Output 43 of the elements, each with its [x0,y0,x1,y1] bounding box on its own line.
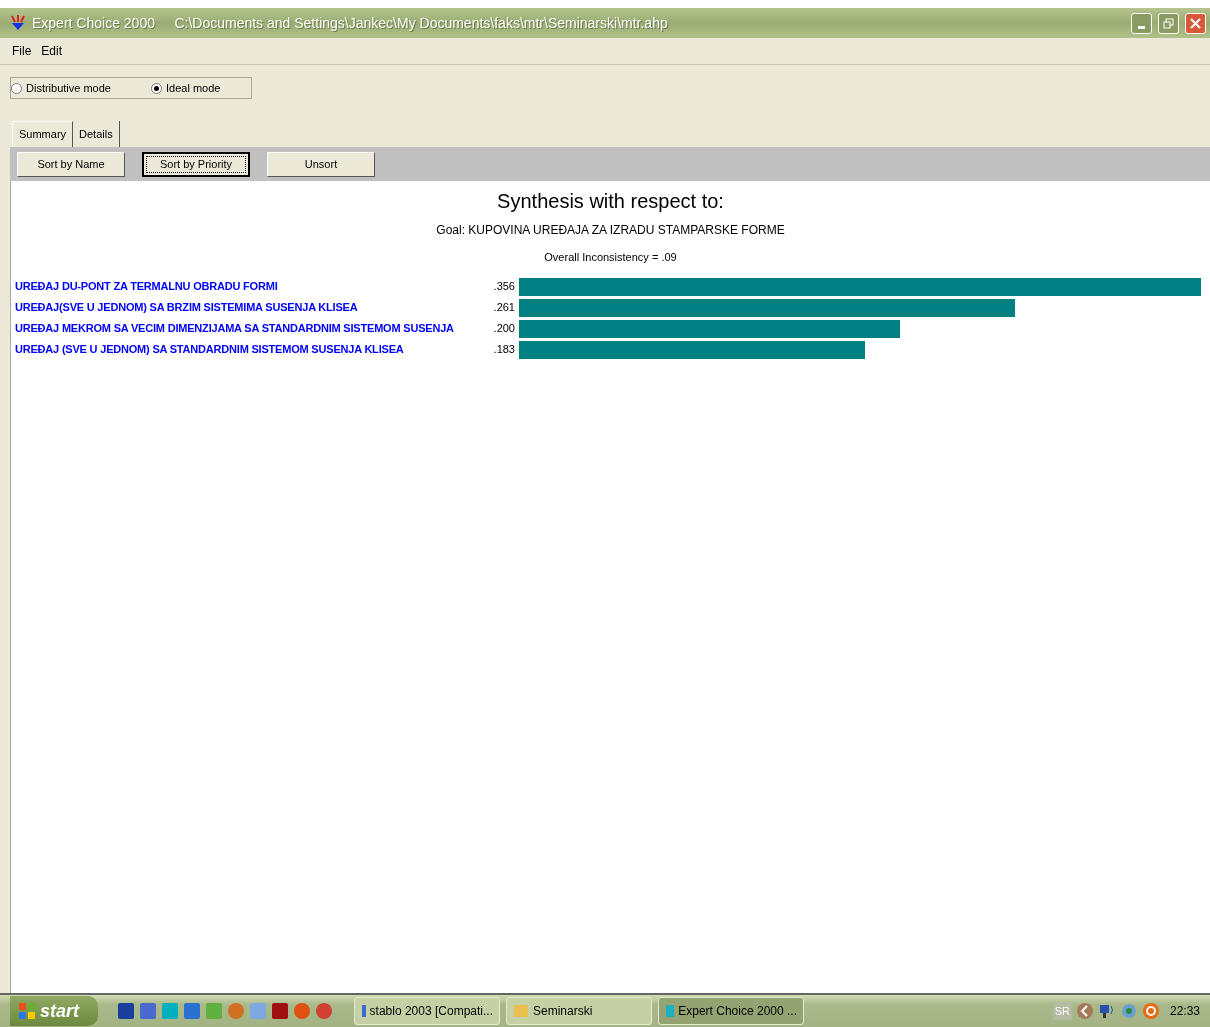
radio-option[interactable]: Ideal mode [151,79,221,97]
inconsistency-text: Overall Inconsistency = .09 [543,250,678,265]
taskbar-button[interactable]: Expert Choice 2000 ... [658,997,804,1025]
alternative-name: UREĐAJ(SVE U JEDNOM) SA BRZIM SISTEMIMA SUSENJA KLISEA [15,300,359,316]
close-button[interactable] [1185,12,1206,34]
alternative-name: UREĐAJ (SVE U JEDNOM) SA STANDARDNIM SISTEMOM SUSENJA KLISEA [15,342,405,358]
program-icon [665,1003,675,1019]
menu-item[interactable]: File [12,42,32,60]
minimize-icon [1138,25,1145,29]
minimize-button[interactable] [1131,12,1152,34]
taskbar-button[interactable]: Seminarski [506,997,652,1025]
quick-launch-icon[interactable] [118,1003,134,1019]
app-logo-icon [10,15,26,31]
priority-value: .356 [492,279,516,295]
priority-value: .261 [492,300,516,316]
program-icon [361,1003,366,1019]
close-icon [1190,17,1201,29]
restore-button[interactable] [1158,12,1179,34]
priority-value: .183 [492,342,516,358]
program-icon [513,1003,529,1019]
alternative-name: UREĐAJ MEKROM SA VECIM DIMENZIJAMA SA STANDARDNIM SISTEMOM SUSENJA [15,321,455,337]
sort-button[interactable]: Sort by Name [17,151,125,177]
goal-text: Goal: KUPOVINA UREĐAJA ZA IZRADU STAMPARSKE FORME [435,222,786,239]
windows-logo-icon [18,1002,36,1020]
radio-option[interactable]: Distributive mode [11,79,111,97]
taskbar-button[interactable]: stablo 2003 [Compati... [354,997,500,1025]
quick-launch-icon[interactable] [316,1003,332,1019]
quick-launch-icon[interactable] [294,1003,310,1019]
window-title: Expert Choice 2000 C:\Documents and Settings\Jankec\My Documents\faks\mtr\Seminarski\mtr.ahp [32,13,668,33]
tab[interactable]: Summary [12,121,74,147]
chevron-icon[interactable] [1075,1002,1094,1020]
menu-item[interactable]: Edit [41,42,63,60]
network-icon[interactable] [1097,1002,1116,1020]
radio-button[interactable] [151,82,162,94]
clock: 22:33 [1169,1003,1200,1020]
restore-icon [1163,17,1174,29]
sort-button[interactable]: Sort by Priority [142,151,250,177]
sort-button[interactable]: Unsort [267,151,375,177]
alternative-name: UREĐAJ DU-PONT ZA TERMALNU OBRADU FORMI [15,279,279,295]
synthesis-title: Synthesis with respect to: [496,189,725,213]
radio-button[interactable] [11,82,22,94]
quick-launch-icon[interactable] [228,1003,244,1019]
priority-value: .200 [492,321,516,337]
